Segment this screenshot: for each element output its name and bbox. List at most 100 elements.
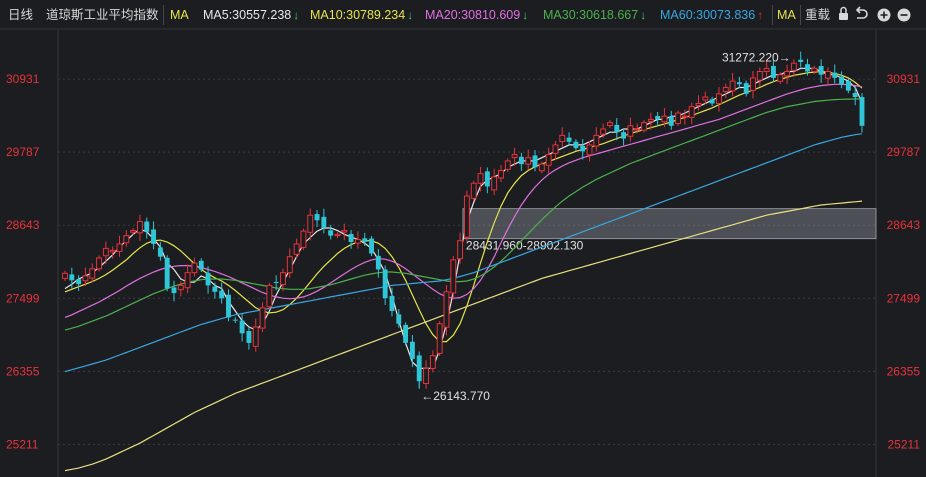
- y-tick-right: 30931: [887, 72, 921, 86]
- candlestick: [389, 287, 395, 317]
- y-tick-right: 28643: [887, 218, 921, 232]
- candle-body: [443, 291, 450, 328]
- ma-trend-arrow: ↓: [522, 8, 528, 22]
- candle-body: [736, 82, 742, 85]
- candle-body: [784, 71, 791, 77]
- y-tick-right: 25211: [888, 437, 921, 451]
- candle-body: [212, 286, 218, 292]
- candle-body: [219, 290, 225, 299]
- candle-body: [675, 112, 682, 124]
- ma-trend-arrow: ↓: [293, 8, 299, 22]
- candle-body: [423, 367, 429, 385]
- candlestick: [423, 360, 429, 389]
- candle-body: [362, 238, 368, 243]
- candlestick: [116, 235, 123, 257]
- candle-body: [566, 137, 572, 142]
- zoom-in-icon[interactable]: [877, 8, 891, 22]
- candle-body: [593, 134, 600, 147]
- candle-body: [62, 272, 68, 279]
- candle-body: [164, 257, 170, 289]
- candle-body: [416, 355, 422, 382]
- candlestick: [164, 255, 170, 292]
- ma60-value: MA60:30073.836: [660, 8, 755, 22]
- candlestick: [403, 322, 409, 346]
- candlestick: [607, 120, 613, 129]
- ma-trend-arrow: ↓: [640, 8, 646, 22]
- price-band-rect: [462, 208, 877, 240]
- candle-body: [627, 125, 634, 137]
- candlestick: [293, 238, 300, 259]
- candle-body: [89, 268, 96, 279]
- y-tick-left: 29787: [6, 145, 40, 159]
- candlestick: [688, 102, 695, 125]
- candlestick: [722, 83, 729, 99]
- candle-body: [232, 319, 238, 321]
- candle-body: [314, 214, 320, 221]
- candle-body: [607, 122, 613, 127]
- candle-body: [750, 77, 756, 91]
- candlestick-chart[interactable]: 日线 道琼斯工业平均指数 MA MA5:30557.238 MA10:30789…: [0, 0, 926, 477]
- zoom-out-icon[interactable]: [897, 8, 911, 22]
- candlestick: [824, 67, 831, 85]
- candle-body: [259, 307, 266, 329]
- candle-body: [559, 134, 566, 142]
- candlestick: [559, 127, 566, 147]
- candlestick: [259, 302, 266, 333]
- y-tick-left: 28643: [6, 218, 40, 232]
- y-tick-right: 27499: [887, 291, 921, 305]
- candle-body: [102, 247, 109, 257]
- ma-button[interactable]: MA: [170, 8, 189, 22]
- candlestick: [655, 111, 661, 127]
- candle-body: [144, 221, 150, 232]
- candle-body: [777, 74, 784, 82]
- candle-body: [82, 275, 89, 282]
- candlestick: [586, 140, 593, 162]
- candle-body: [655, 115, 661, 120]
- candle-body: [157, 247, 163, 257]
- candle-body: [511, 154, 518, 158]
- ma-button-2[interactable]: MA: [777, 8, 796, 22]
- candle-body: [348, 233, 354, 243]
- candle-body: [504, 160, 511, 170]
- candle-body: [307, 214, 314, 233]
- period-label[interactable]: 日线: [8, 8, 34, 22]
- candle-body: [790, 62, 797, 71]
- candle-body: [293, 243, 300, 255]
- candlestick: [314, 210, 320, 228]
- candle-body: [130, 230, 137, 233]
- candle-body: [470, 182, 477, 199]
- candlestick: [212, 282, 218, 299]
- candle-body: [715, 93, 722, 104]
- candle-body: [798, 59, 804, 62]
- candlestick: [246, 327, 252, 350]
- candle-body: [756, 71, 763, 81]
- candle-body: [845, 80, 851, 91]
- candle-body: [436, 323, 443, 354]
- y-tick-left: 27499: [6, 291, 40, 305]
- reweight-button[interactable]: 重载: [805, 7, 831, 22]
- candlestick: [484, 167, 490, 194]
- candlestick: [498, 165, 504, 182]
- y-tick-left: 30931: [6, 72, 40, 86]
- candle-body: [403, 324, 409, 343]
- candle-body: [151, 229, 157, 244]
- candlestick: [252, 318, 259, 352]
- candlestick: [382, 265, 388, 305]
- candlestick: [832, 64, 838, 84]
- header-separator: [163, 5, 164, 25]
- high-annotation-label: 31272.220→: [722, 50, 791, 64]
- ma5-value: MA5:30557.238: [203, 8, 291, 22]
- candle-body: [273, 281, 279, 283]
- candle-body: [518, 156, 524, 165]
- candlestick: [729, 72, 736, 97]
- candle-body: [580, 145, 586, 152]
- candlestick: [675, 110, 682, 127]
- candlestick: [409, 334, 415, 368]
- candle-body: [832, 72, 838, 78]
- candlestick: [369, 236, 374, 257]
- candle-body: [286, 256, 293, 274]
- candle-body: [538, 163, 545, 172]
- candle-body: [852, 92, 858, 98]
- candle-body: [334, 233, 341, 237]
- candlestick: [429, 350, 436, 373]
